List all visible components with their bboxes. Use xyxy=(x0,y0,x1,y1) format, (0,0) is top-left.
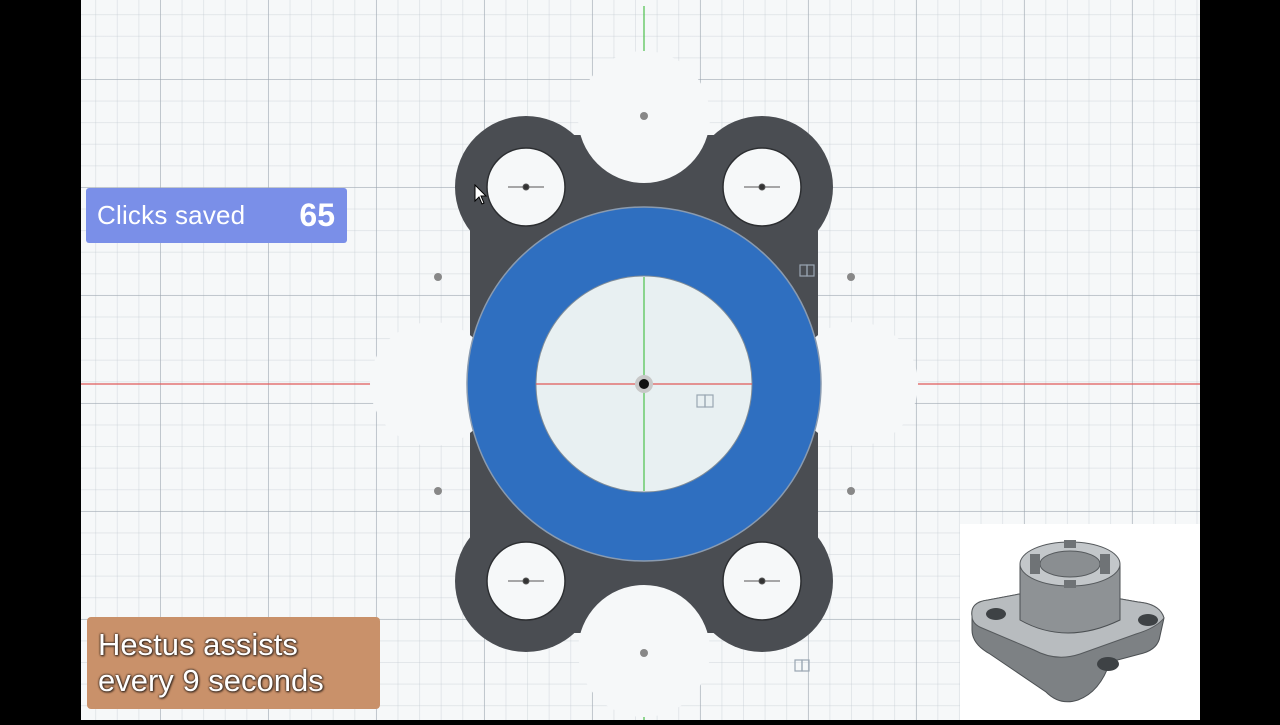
clicks-saved-count: 65 xyxy=(299,197,335,233)
caption-line-2: every 9 seconds xyxy=(98,663,324,698)
assist-caption: Hestus assists every 9 seconds xyxy=(87,617,380,709)
clicks-saved-badge: Clicks saved 65 xyxy=(86,188,347,243)
flange-3d-render xyxy=(971,540,1165,703)
caption-line-1: Hestus assists xyxy=(98,627,298,662)
cursor-arrow-icon xyxy=(474,184,488,205)
origin-point-icon[interactable] xyxy=(635,375,653,393)
clicks-saved-label: Clicks saved xyxy=(97,200,246,230)
part-preview-3d xyxy=(960,524,1200,720)
